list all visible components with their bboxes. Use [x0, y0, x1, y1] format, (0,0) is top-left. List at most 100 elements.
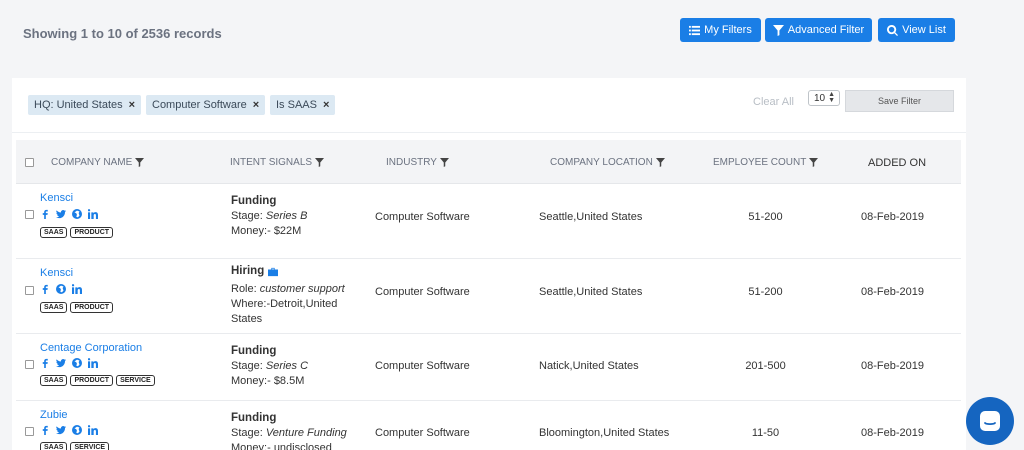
- globe-icon[interactable]: [72, 209, 82, 219]
- company-name-link[interactable]: Kensci: [40, 192, 73, 204]
- table-header: Company Name Intent Signals Industry Com…: [16, 140, 961, 184]
- filter-icon[interactable]: [655, 158, 665, 167]
- linkedin-icon[interactable]: [88, 209, 98, 219]
- added-on-cell: 08-Feb-2019: [861, 427, 924, 439]
- filter-icon[interactable]: [135, 158, 145, 167]
- intent-value: undisclosed: [273, 442, 332, 450]
- intent-label: Money:-: [231, 375, 271, 387]
- intent-signal: Funding Stage: Series C Money:- $8.5M: [231, 344, 371, 389]
- chat-icon: [980, 411, 1000, 431]
- tag-badge: SAAS: [40, 302, 68, 313]
- tag-badge: PRODUCT: [70, 302, 114, 313]
- intent-role: Role: customer support: [231, 282, 371, 297]
- filter-icon[interactable]: [315, 158, 325, 167]
- chat-launcher-button[interactable]: [966, 397, 1014, 445]
- industry-cell: Computer Software: [375, 211, 470, 223]
- remove-filter-icon[interactable]: ×: [129, 99, 135, 111]
- intent-label: Money:-: [231, 225, 271, 237]
- employee-count-cell: 201-500: [745, 360, 786, 372]
- table-row: Kensci SAAS PRODUCT Funding Stage: Serie…: [16, 184, 961, 259]
- intent-label: Money:-: [231, 442, 271, 450]
- facebook-icon[interactable]: [40, 209, 50, 219]
- intent-value: Series C: [265, 360, 309, 372]
- remove-filter-icon[interactable]: ×: [253, 99, 259, 111]
- intent-title-text: Hiring: [231, 265, 265, 277]
- row-checkbox[interactable]: [25, 286, 34, 295]
- linkedin-icon[interactable]: [88, 358, 98, 368]
- company-name-link[interactable]: Zubie: [40, 409, 68, 421]
- advanced-filter-button[interactable]: Advanced Filter: [765, 18, 872, 42]
- facebook-icon[interactable]: [40, 358, 50, 368]
- row-checkbox[interactable]: [25, 427, 34, 436]
- social-links: [40, 425, 98, 435]
- filter-chip-saas: Is SAAS ×: [270, 95, 336, 115]
- twitter-icon[interactable]: [56, 358, 66, 368]
- view-list-button[interactable]: View List: [878, 18, 955, 42]
- intent-money: Money:- undisclosed: [231, 441, 371, 450]
- filter-icon[interactable]: [809, 158, 819, 167]
- page-size-select[interactable]: 10 ▲ ▼: [808, 90, 840, 106]
- location-cell: Seattle,United States: [539, 211, 643, 223]
- my-filters-button[interactable]: My Filters: [680, 18, 761, 42]
- twitter-icon[interactable]: [56, 209, 66, 219]
- filter-icon[interactable]: [439, 158, 449, 167]
- save-filter-button[interactable]: Save Filter: [845, 90, 954, 112]
- intent-where: Where:-Detroit,United States: [231, 297, 371, 327]
- filter-icon: [772, 24, 784, 36]
- employee-count-cell: 11-50: [751, 427, 780, 439]
- location-cell: Natick,United States: [539, 360, 639, 372]
- linkedin-icon[interactable]: [72, 284, 82, 294]
- column-added-on[interactable]: Added On: [868, 157, 926, 169]
- tag-badge: PRODUCT: [70, 227, 114, 238]
- column-company-location[interactable]: Company Location: [550, 157, 665, 168]
- companies-table: Company Name Intent Signals Industry Com…: [16, 140, 961, 450]
- intent-title: Funding: [231, 345, 277, 357]
- location-cell: Bloomington,United States: [539, 427, 670, 439]
- active-filters-bar: HQ: United States × Computer Software × …: [12, 78, 966, 133]
- globe-icon[interactable]: [72, 425, 82, 435]
- tag-badge: SERVICE: [70, 442, 110, 450]
- intent-value: States: [231, 313, 263, 325]
- row-checkbox[interactable]: [25, 360, 34, 369]
- column-intent-signals[interactable]: Intent Signals: [230, 157, 325, 168]
- twitter-icon[interactable]: [56, 425, 66, 435]
- company-tags: SAAS PRODUCT SERVICE: [40, 375, 155, 386]
- table-row: Centage Corporation SAAS PRODUCT SERVICE…: [16, 334, 961, 401]
- company-tags: SAAS SERVICE: [40, 442, 110, 450]
- social-links: [40, 284, 82, 294]
- select-all-checkbox[interactable]: [25, 158, 34, 167]
- column-label: Industry: [386, 157, 437, 168]
- filter-chip-label: HQ: United States: [34, 99, 123, 111]
- column-employee-count[interactable]: Employee Count: [713, 157, 819, 168]
- page-size-value: 10: [814, 92, 826, 104]
- company-name-link[interactable]: Kensci: [40, 267, 73, 279]
- industry-cell: Computer Software: [375, 286, 470, 298]
- remove-filter-icon[interactable]: ×: [323, 99, 329, 111]
- tag-badge: SAAS: [40, 227, 68, 238]
- intent-stage: Stage: Series B: [231, 209, 371, 224]
- column-industry[interactable]: Industry: [386, 157, 449, 168]
- globe-icon[interactable]: [56, 284, 66, 294]
- stepper-arrows-icon: ▲ ▼: [828, 91, 836, 104]
- records-count: Showing 1 to 10 of 2536 records: [23, 26, 222, 41]
- column-label: Intent Signals: [230, 157, 313, 168]
- globe-icon[interactable]: [72, 358, 82, 368]
- clear-all-link[interactable]: Clear All: [753, 96, 794, 108]
- company-name-link[interactable]: Centage Corporation: [40, 342, 142, 354]
- facebook-icon[interactable]: [40, 284, 50, 294]
- intent-signal: Funding Stage: Series B Money:- $22M: [231, 194, 371, 239]
- intent-value: $8.5M: [273, 375, 305, 387]
- facebook-icon[interactable]: [40, 425, 50, 435]
- top-bar: Showing 1 to 10 of 2536 records My Filte…: [0, 0, 1024, 75]
- industry-cell: Computer Software: [375, 427, 470, 439]
- column-label: Company Location: [550, 157, 653, 168]
- intent-value: Venture Funding: [265, 427, 347, 439]
- company-tags: SAAS PRODUCT: [40, 227, 114, 238]
- table-row: Zubie SAAS SERVICE Funding Stage: Ventur…: [16, 401, 961, 450]
- intent-stage: Stage: Series C: [231, 359, 371, 374]
- employee-count-cell: 51-200: [748, 211, 783, 223]
- column-company-name[interactable]: Company Name: [51, 157, 145, 168]
- intent-label: Stage:: [231, 427, 263, 439]
- row-checkbox[interactable]: [25, 210, 34, 219]
- linkedin-icon[interactable]: [88, 425, 98, 435]
